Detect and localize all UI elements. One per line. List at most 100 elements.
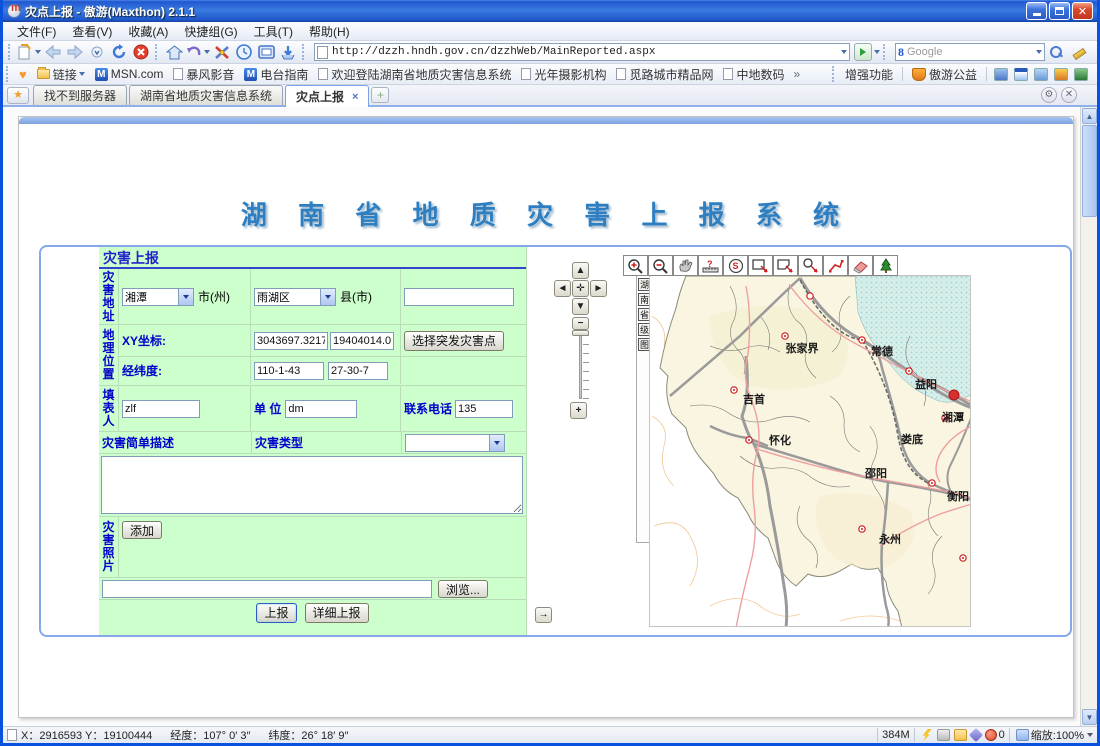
browse-button[interactable]: 浏览...	[438, 580, 488, 598]
search-button[interactable]	[1046, 42, 1066, 62]
proxy-icon[interactable]	[1054, 68, 1068, 81]
pan-up-button[interactable]: ▲	[572, 262, 589, 279]
go-dropdown-icon[interactable]	[874, 50, 880, 54]
zoom-slider-handle[interactable]	[572, 330, 589, 336]
map-zoom-out-button[interactable]	[648, 255, 673, 276]
bookmark-msn[interactable]: MMSN.com	[90, 67, 169, 81]
toolbar-grip[interactable]	[832, 66, 837, 82]
resize-page-icon[interactable]	[1016, 729, 1029, 741]
county-select[interactable]: 雨湖区	[254, 288, 336, 306]
pick-disaster-point-button[interactable]: 选择突发灾害点	[404, 331, 504, 351]
minimize-button[interactable]	[1026, 2, 1047, 20]
search-dropdown-icon[interactable]	[1036, 50, 1042, 54]
tab-settings-button[interactable]: ⚙	[1041, 87, 1057, 103]
new-tab-button[interactable]	[17, 42, 41, 62]
close-button[interactable]: ✕	[1072, 2, 1093, 20]
tab-disaster-report[interactable]: 灾点上报×	[285, 85, 369, 107]
stop-button[interactable]	[131, 42, 151, 62]
detail-submit-button[interactable]: 详细上报	[305, 603, 369, 623]
pages-icon[interactable]	[937, 729, 950, 741]
y-coordinate-input[interactable]	[330, 332, 394, 350]
page-scrollbar[interactable]: ▲ ▼	[1080, 107, 1097, 726]
pan-down-button[interactable]: ▼	[572, 298, 589, 315]
map-clip-rect-button[interactable]	[773, 255, 798, 276]
feed-icon[interactable]	[1034, 68, 1048, 81]
history-dropdown-button[interactable]	[87, 42, 107, 62]
zoom-in-step-button[interactable]: +	[570, 402, 587, 419]
back-button[interactable]	[43, 42, 63, 62]
pan-right-button[interactable]: ►	[590, 280, 607, 297]
forward-button[interactable]	[65, 42, 85, 62]
chevron-down-icon[interactable]	[489, 435, 504, 451]
scroll-thumb[interactable]	[1082, 125, 1097, 217]
pan-left-button[interactable]: ◄	[554, 280, 571, 297]
reporter-name-input[interactable]	[122, 400, 200, 418]
menu-groups[interactable]: 快捷组(G)	[176, 21, 245, 42]
chevron-down-icon[interactable]	[320, 289, 335, 305]
highlight-button[interactable]	[1068, 42, 1088, 62]
map-draw-line-button[interactable]	[823, 255, 848, 276]
tab-server-not-found[interactable]: 找不到服务器	[33, 85, 127, 105]
address-bar[interactable]: http://dzzh.hndh.gov.cn/dzzhWeb/MainRepo…	[314, 43, 850, 61]
charity-button[interactable]: 傲游公益	[907, 66, 982, 83]
close-tab-icon[interactable]: ×	[352, 91, 358, 103]
links-folder[interactable]: 链接	[32, 66, 90, 83]
bookmark-item[interactable]: 光年摄影机构	[516, 66, 611, 83]
disaster-type-select[interactable]	[405, 434, 505, 452]
map-full-extent-button[interactable]	[873, 255, 898, 276]
menu-view[interactable]: 查看(V)	[64, 21, 120, 42]
map-canvas[interactable]: 张家界 常德 益阳 吉首 怀化 娄底 湘潭 邵阳 衡阳 永州	[649, 275, 971, 627]
menu-tools[interactable]: 工具(T)	[246, 21, 301, 42]
pan-center-button[interactable]: ✛	[572, 280, 589, 297]
boost-icon[interactable]	[922, 729, 932, 741]
go-button[interactable]	[854, 43, 872, 61]
zoom-slider-track[interactable]	[579, 335, 582, 399]
add-photo-button[interactable]: 添加	[122, 521, 162, 539]
address-dropdown-icon[interactable]	[841, 50, 847, 54]
bookmark-item[interactable]: 欢迎登陆湖南省地质灾害信息系统	[313, 66, 516, 83]
menu-file[interactable]: 文件(F)	[9, 21, 64, 42]
menu-help[interactable]: 帮助(H)	[301, 21, 358, 42]
favorites-button[interactable]: ♥	[14, 67, 32, 82]
window-icon[interactable]	[1014, 68, 1028, 81]
search-box[interactable]: 8 Google	[895, 43, 1045, 61]
map-identify-button[interactable]	[798, 255, 823, 276]
map-zoom-in-button[interactable]	[623, 255, 648, 276]
file-path-input[interactable]	[102, 580, 432, 598]
chevron-down-icon[interactable]	[1087, 733, 1093, 737]
undo-button[interactable]	[186, 42, 210, 62]
bookmark-item[interactable]: 觅路城市精品网	[611, 66, 718, 83]
submit-button[interactable]: 上报	[256, 603, 296, 623]
bookmark-item[interactable]: 中地数码	[718, 66, 789, 83]
search-input[interactable]: Google	[907, 46, 1034, 58]
description-textarea[interactable]	[101, 456, 523, 514]
map-erase-button[interactable]	[848, 255, 873, 276]
capture-button[interactable]	[256, 42, 276, 62]
scroll-down-button[interactable]: ▼	[1082, 709, 1097, 725]
map-measure-button[interactable]: ?	[698, 255, 723, 276]
scroll-up-button[interactable]: ▲	[1082, 108, 1097, 124]
address-url[interactable]: http://dzzh.hndh.gov.cn/dzzhWeb/MainRepo…	[332, 46, 839, 58]
toolbar-grip[interactable]	[8, 44, 13, 60]
refresh-button[interactable]	[109, 42, 129, 62]
home-button[interactable]	[164, 42, 184, 62]
plugins-button[interactable]: 增强功能	[840, 66, 898, 83]
folder-icon[interactable]	[954, 729, 967, 741]
phone-input[interactable]	[455, 400, 513, 418]
menu-favorites[interactable]: 收藏(A)	[120, 21, 176, 42]
collapse-panel-button[interactable]: →	[535, 607, 552, 623]
new-tab-button[interactable]: +	[371, 87, 389, 103]
x-coordinate-input[interactable]	[254, 332, 328, 350]
map-pan-button[interactable]	[673, 255, 698, 276]
toolbar-grip[interactable]	[155, 44, 160, 60]
history-button[interactable]	[234, 42, 254, 62]
bookmark-item[interactable]: M电台指南	[239, 66, 313, 83]
unit-input[interactable]	[285, 400, 357, 418]
bookmark-item[interactable]: 暴风影音	[168, 66, 239, 83]
popup-blocker-icon[interactable]	[985, 729, 997, 741]
ad-hunter-button[interactable]	[212, 42, 232, 62]
gem-icon[interactable]	[969, 728, 983, 742]
address-detail-input[interactable]	[404, 288, 514, 306]
tab-list-button[interactable]: ★	[7, 87, 29, 104]
snap-icon[interactable]	[1074, 68, 1088, 81]
